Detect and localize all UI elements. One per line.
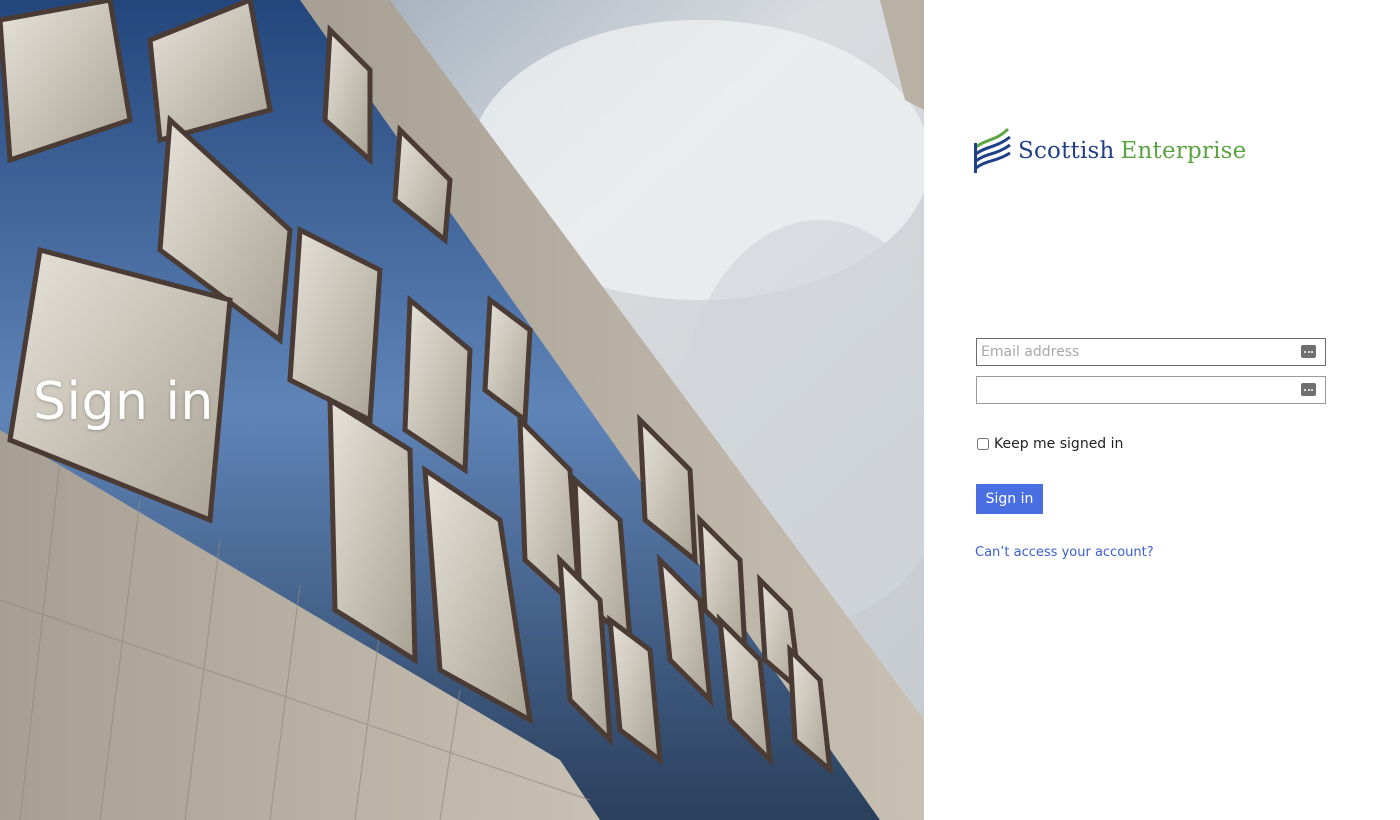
password-manager-icon[interactable] xyxy=(1301,345,1316,358)
cant-access-account-link[interactable]: Can’t access your account? xyxy=(975,545,1154,560)
signin-button[interactable]: Sign in xyxy=(976,484,1043,514)
password-field[interactable] xyxy=(976,376,1326,404)
keep-signed-in-label: Keep me signed in xyxy=(994,436,1124,452)
hero-image: Sign in xyxy=(0,0,924,820)
keep-signed-in[interactable]: Keep me signed in xyxy=(976,436,1123,452)
keep-signed-in-checkbox[interactable] xyxy=(977,438,989,450)
email-input[interactable] xyxy=(977,339,1325,365)
password-manager-icon[interactable] xyxy=(1301,383,1316,396)
password-input[interactable] xyxy=(977,377,1325,403)
brand-name-secondary: Enterprise xyxy=(1120,138,1247,164)
brand-logo: Scottish Enterprise xyxy=(974,126,1247,176)
brand-wave-icon xyxy=(974,127,1011,173)
hero-title: Sign in xyxy=(33,372,214,432)
signin-panel: Scottish Enterprise Keep me signed in Si… xyxy=(924,0,1400,820)
brand-name-primary: Scottish xyxy=(1018,138,1115,164)
email-field[interactable] xyxy=(976,338,1326,366)
